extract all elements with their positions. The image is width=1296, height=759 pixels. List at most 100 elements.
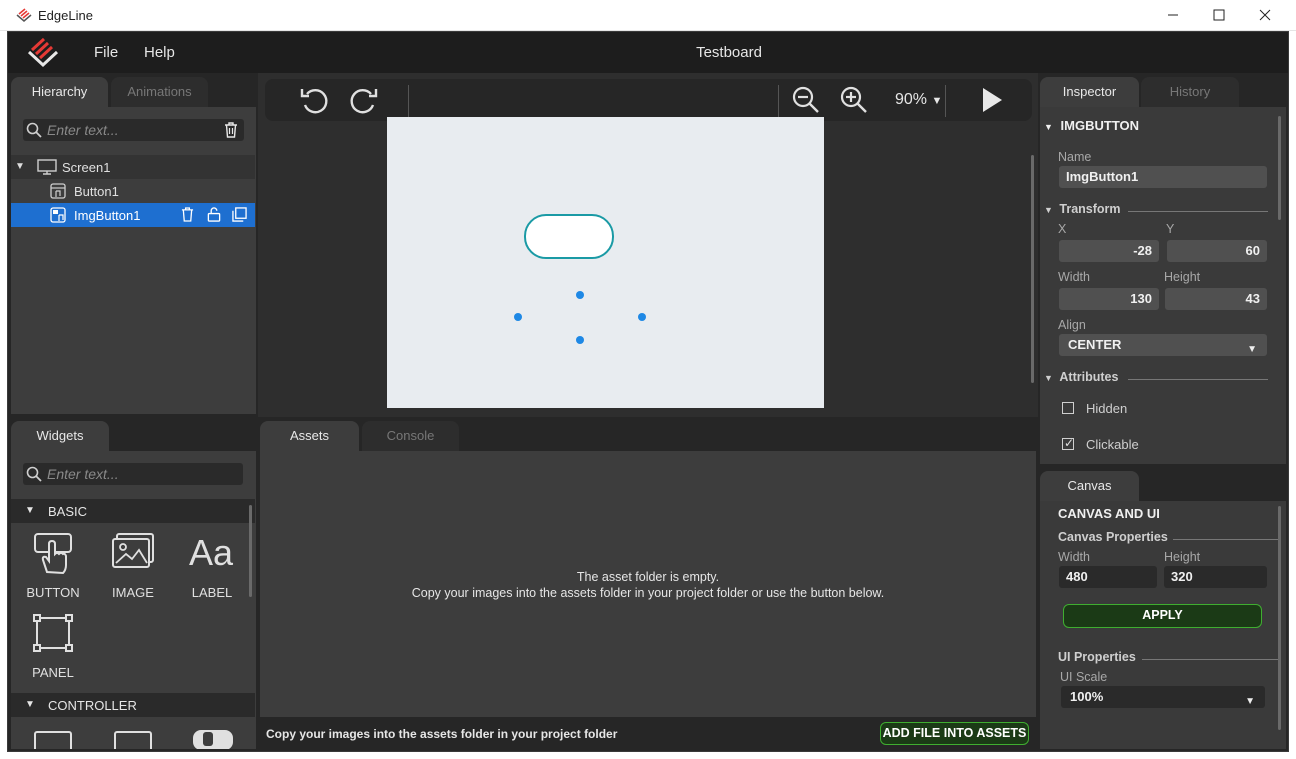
apply-button[interactable]: APPLY <box>1063 604 1262 628</box>
transform-header[interactable]: ▼ Transform <box>1044 202 1268 220</box>
y-field[interactable]: 60 <box>1167 240 1267 262</box>
minimize-button[interactable] <box>1150 0 1196 31</box>
hand-pointer-icon <box>34 533 72 575</box>
x-label: X <box>1058 222 1067 236</box>
resize-handle-left[interactable] <box>514 313 522 321</box>
imgbutton-widget-icon <box>50 207 66 226</box>
tab-history[interactable]: History <box>1141 77 1239 107</box>
redo-icon[interactable] <box>347 85 379 118</box>
resize-handle-bottom[interactable] <box>576 336 584 344</box>
zoom-in-icon[interactable] <box>839 85 869 118</box>
menu-help[interactable]: Help <box>144 44 175 61</box>
tab-console[interactable]: Console <box>362 421 459 451</box>
trash-icon[interactable] <box>224 122 238 141</box>
window-title: EdgeLine <box>38 8 93 23</box>
tab-inspector[interactable]: Inspector <box>1040 77 1139 107</box>
widget-image[interactable]: IMAGE <box>98 532 168 600</box>
tab-canvas[interactable]: Canvas <box>1040 471 1139 501</box>
minimize-icon <box>1168 14 1178 16</box>
collapse-triangle-icon: ▼ <box>1044 122 1053 132</box>
section-controller[interactable]: ▼ CONTROLLER <box>11 693 255 717</box>
inspector-type: IMGBUTTON <box>1060 118 1140 133</box>
zoom-out-icon[interactable] <box>791 85 821 118</box>
tree-item-imgbutton1[interactable]: ImgButton1 <box>11 203 255 227</box>
picture-icon <box>112 533 154 568</box>
hidden-label: Hidden <box>1086 401 1128 416</box>
width-field[interactable]: 130 <box>1059 288 1159 310</box>
window-titlebar: EdgeLine <box>0 0 1296 31</box>
tree-item-label: Screen1 <box>62 160 111 175</box>
text-aa-icon: Aa <box>189 532 234 573</box>
menu-bar: File Help Testboard <box>8 32 1288 73</box>
check-icon: ✓ <box>1064 436 1075 450</box>
controller-icons <box>34 730 233 749</box>
close-icon <box>1259 9 1271 21</box>
expand-triangle-icon[interactable]: ▼ <box>15 161 25 172</box>
tab-assets[interactable]: Assets <box>260 421 359 451</box>
ui-scale-value: 100% <box>1070 689 1104 704</box>
y-label: Y <box>1166 222 1175 236</box>
collapse-triangle-icon: ▼ <box>1044 205 1053 215</box>
button-widget-icon <box>50 183 66 202</box>
tree-item-screen1[interactable]: ▼ Screen1 <box>11 155 255 179</box>
section-basic[interactable]: ▼ BASIC <box>11 499 255 523</box>
ui-scale-select[interactable]: 100% ▼ <box>1061 686 1265 708</box>
editor-toolbar: 90% ▼ <box>265 79 1032 121</box>
align-select[interactable]: CENTER ▼ <box>1059 334 1267 356</box>
hidden-checkbox[interactable]: Hidden <box>1062 401 1152 417</box>
play-icon[interactable] <box>979 85 1005 118</box>
canvas-scrollbar[interactable] <box>1031 155 1034 383</box>
clickable-checkbox[interactable]: ✓ Clickable <box>1062 436 1152 453</box>
attributes-header[interactable]: ▼ Attributes <box>1044 370 1268 388</box>
canvas-height-field[interactable]: 320 <box>1164 566 1267 588</box>
inspector-scrollbar[interactable] <box>1278 116 1281 220</box>
widgets-search-placeholder: Enter text... <box>47 466 119 482</box>
divider <box>1128 211 1268 212</box>
toolbar-separator <box>408 85 409 117</box>
hierarchy-search-placeholder: Enter text... <box>47 122 119 138</box>
width-label: Width <box>1058 270 1090 284</box>
height-field[interactable]: 43 <box>1165 288 1267 310</box>
monitor-icon <box>37 159 57 178</box>
x-field[interactable]: -28 <box>1059 240 1159 262</box>
ui-properties-header: UI Properties <box>1058 650 1278 668</box>
close-window-button[interactable] <box>1242 0 1288 31</box>
tree-item-button1[interactable]: Button1 <box>11 179 255 203</box>
widgets-scrollbar[interactable] <box>249 505 252 597</box>
section-title: BASIC <box>48 504 88 519</box>
widget-label-text[interactable]: Aa LABEL <box>177 532 247 600</box>
add-file-button[interactable]: ADD FILE INTO ASSETS <box>880 722 1029 745</box>
menu-file[interactable]: File <box>94 44 118 61</box>
design-canvas[interactable] <box>387 117 824 408</box>
delete-item-icon[interactable] <box>181 207 194 225</box>
tab-widgets[interactable]: Widgets <box>11 421 109 451</box>
resize-handle-top[interactable] <box>576 291 584 299</box>
name-field[interactable]: ImgButton1 <box>1059 166 1267 188</box>
widgets-search[interactable]: Enter text... <box>23 463 243 485</box>
maximize-button[interactable] <box>1196 0 1242 31</box>
controller-widgets-peek <box>11 717 256 749</box>
duplicate-icon[interactable] <box>232 207 247 225</box>
tab-animations[interactable]: Animations <box>111 77 208 107</box>
hierarchy-body <box>11 107 256 414</box>
tab-hierarchy[interactable]: Hierarchy <box>11 77 108 107</box>
canvas-width-field[interactable]: 480 <box>1059 566 1157 588</box>
zoom-select[interactable]: 90% ▼ <box>895 91 942 109</box>
chevron-down-icon: ▼ <box>931 95 943 107</box>
align-value: CENTER <box>1068 337 1122 352</box>
undo-icon[interactable] <box>299 85 331 118</box>
toolbar-separator <box>945 85 946 117</box>
height-label: Height <box>1164 270 1201 284</box>
checkbox-box <box>1062 402 1074 414</box>
canvas-button1[interactable] <box>524 214 614 259</box>
divider <box>1142 659 1278 660</box>
canvas-settings-scrollbar[interactable] <box>1278 506 1281 730</box>
name-label: Name <box>1058 150 1092 164</box>
widget-button[interactable]: BUTTON <box>18 532 88 600</box>
resize-handle-right[interactable] <box>638 313 646 321</box>
hierarchy-search[interactable]: Enter text... <box>23 119 244 141</box>
widget-panel[interactable]: PANEL <box>18 612 88 680</box>
widget-label: IMAGE <box>112 585 154 600</box>
canvas-properties-header: Canvas Properties <box>1058 530 1278 548</box>
unlock-icon[interactable] <box>207 207 221 225</box>
